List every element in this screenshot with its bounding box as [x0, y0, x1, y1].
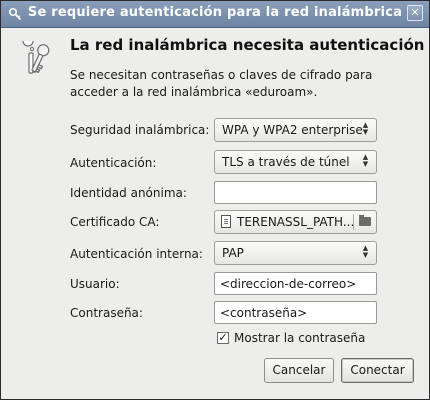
user-label: Usuario:	[70, 277, 120, 291]
combo-arrows-icon: ▲ ▼	[362, 153, 369, 168]
user-label-text: Usuario:	[70, 277, 120, 291]
user-input[interactable]	[220, 275, 370, 292]
ca-cert-label: Certificado CA:	[70, 215, 159, 229]
security-combo-value: WPA y WPA2 enterprise	[222, 123, 363, 137]
anon-identity-field[interactable]	[214, 181, 377, 204]
cancel-button[interactable]: Cancelar	[264, 358, 334, 383]
inner-auth-combo[interactable]: PAP ▲ ▼	[214, 241, 377, 265]
password-field[interactable]	[214, 301, 377, 324]
auth-combo-value: TLS a través de túnel	[222, 155, 350, 169]
inner-auth-combo-value: PAP	[222, 246, 244, 260]
password-label: Contraseña:	[70, 306, 143, 320]
inner-auth-label-text: Autenticación interna:	[70, 247, 203, 261]
close-icon[interactable]: ✕	[407, 5, 423, 21]
folder-icon	[359, 215, 371, 226]
document-icon	[221, 215, 231, 228]
window-title: Se requiere autenticación para la red in…	[27, 5, 403, 20]
anon-identity-input[interactable]	[220, 184, 370, 201]
auth-dialog-window: Se requiere autenticación para la red in…	[0, 0, 430, 400]
password-input[interactable]	[220, 304, 370, 321]
anon-identity-label: Identidad anónima:	[70, 186, 187, 200]
file-chooser-separator	[353, 214, 354, 230]
security-label: Seguridad inalámbrica:	[70, 123, 209, 137]
ca-cert-label-text: Certificado CA:	[70, 215, 160, 229]
dialog-heading: La red inalámbrica necesita autenticació…	[70, 36, 425, 54]
dialog-description: Se necesitan contraseñas o claves de cif…	[70, 68, 373, 99]
auth-combo[interactable]: TLS a través de túnel ▲ ▼	[214, 150, 377, 174]
keys-icon	[22, 41, 50, 74]
auth-label-text: Autenticación:	[70, 156, 157, 170]
ca-cert-value: TERENASSL_PATH...	[237, 215, 355, 229]
security-label-text: Seguridad inalámbrica:	[70, 123, 210, 137]
inner-auth-label: Autenticación interna:	[70, 247, 203, 261]
user-field[interactable]	[214, 272, 377, 295]
security-combo[interactable]: WPA y WPA2 enterprise ▲ ▼	[214, 118, 377, 142]
auth-label: Autenticación:	[70, 156, 156, 170]
show-password-checkbox[interactable]: ✓	[217, 332, 229, 344]
password-label-text: Contraseña:	[70, 306, 143, 320]
ca-cert-file-chooser[interactable]: TERENASSL_PATH...	[214, 210, 377, 234]
anon-identity-label-text: Identidad anónima:	[70, 186, 187, 200]
combo-arrows-icon: ▲ ▼	[362, 244, 369, 259]
title-bar[interactable]: Se requiere autenticación para la red in…	[1, 1, 429, 28]
connect-button[interactable]: Conectar	[341, 358, 414, 383]
combo-arrows-icon: ▲ ▼	[362, 121, 369, 136]
show-password-label[interactable]: Mostrar la contraseña	[234, 331, 365, 345]
